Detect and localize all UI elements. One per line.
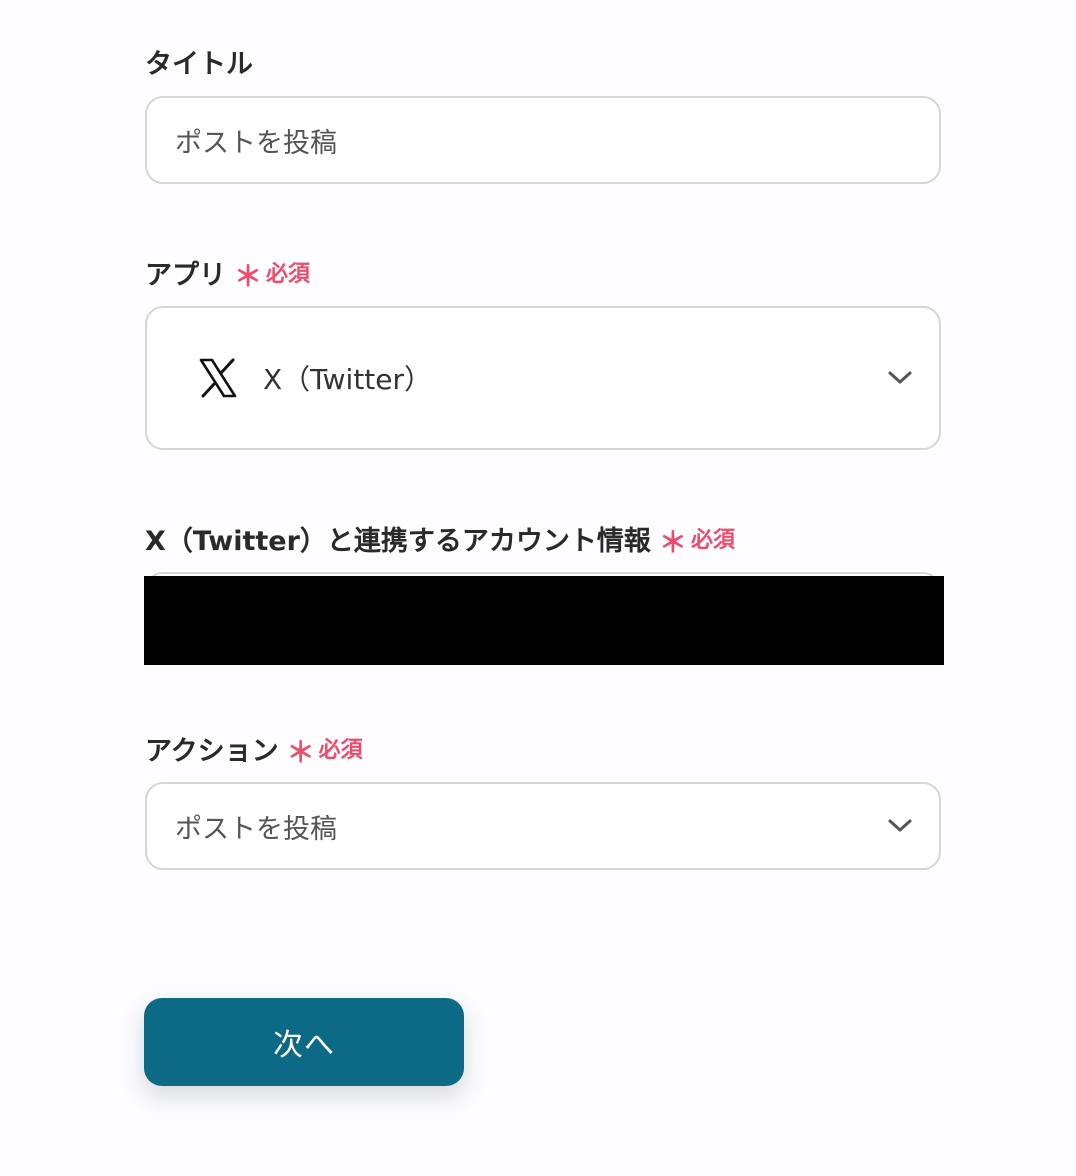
next-button[interactable]: 次へ bbox=[144, 998, 464, 1086]
required-badge: ＊ 必須 bbox=[286, 728, 363, 769]
required-badge: ＊ 必須 bbox=[658, 518, 735, 559]
required-text: 必須 bbox=[266, 262, 311, 287]
app-label: アプリ ＊ 必須 bbox=[145, 252, 311, 294]
required-text: 必須 bbox=[318, 738, 363, 763]
chevron-down-icon bbox=[888, 371, 912, 384]
title-input[interactable]: ポストを投稿 bbox=[145, 96, 941, 184]
action-label-text: アクション bbox=[145, 735, 279, 767]
title-label-text: タイトル bbox=[145, 49, 253, 80]
action-label: アクション ＊ 必須 bbox=[145, 728, 363, 770]
title-label: タイトル bbox=[145, 42, 253, 81]
required-badge: ＊ 必須 bbox=[234, 252, 311, 293]
required-star: ＊ bbox=[658, 526, 687, 559]
required-text: 必須 bbox=[690, 528, 735, 553]
chevron-down-icon bbox=[888, 819, 912, 832]
app-select-value: X（Twitter） bbox=[263, 363, 433, 396]
action-select[interactable]: ポストを投稿 bbox=[145, 782, 941, 870]
redacted-account-block bbox=[144, 576, 944, 665]
account-label: X（Twitter）と連携するアカウント情報 ＊ 必須 bbox=[145, 518, 735, 560]
required-star: ＊ bbox=[234, 260, 263, 293]
app-select[interactable]: X（Twitter） bbox=[145, 306, 941, 450]
action-select-value: ポストを投稿 bbox=[175, 813, 337, 845]
account-label-text: X（Twitter）と連携するアカウント情報 bbox=[145, 525, 651, 557]
required-star: ＊ bbox=[286, 736, 315, 769]
x-logo-icon bbox=[197, 357, 239, 399]
app-label-text: アプリ bbox=[145, 259, 226, 291]
title-input-value: ポストを投稿 bbox=[175, 127, 337, 159]
